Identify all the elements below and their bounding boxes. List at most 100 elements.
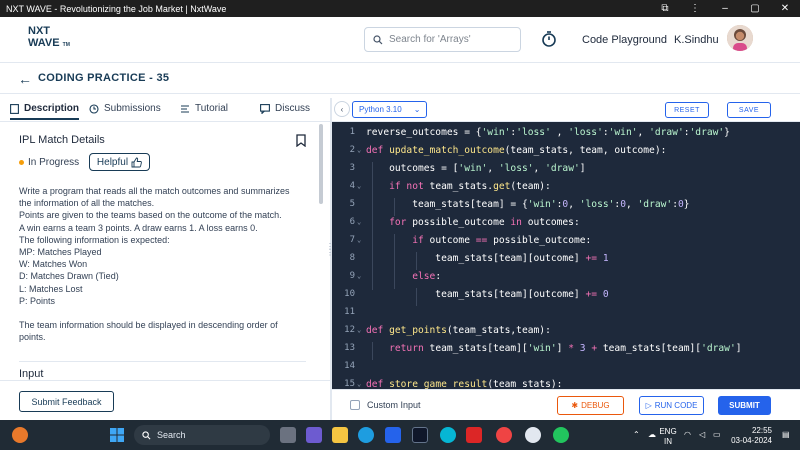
alexa-icon[interactable] [440, 427, 456, 443]
description-line: the information of all the matches. [19, 198, 155, 209]
chevron-up-icon[interactable]: ⌃ [633, 430, 640, 440]
editor-toolbar: ‹ Python 3.10 ⌄ RESET SAVE [332, 98, 800, 122]
code-line: 3 outcomes = ['win', 'loss', 'draw'] [349, 162, 586, 174]
tab-submissions[interactable]: Submissions [89, 103, 161, 114]
code-line: 9 ⌄ else: [349, 270, 442, 282]
reset-button[interactable]: RESET [665, 102, 709, 118]
app-l-icon[interactable] [412, 427, 428, 443]
submit-button[interactable]: SUBMIT [718, 396, 771, 415]
volume-icon[interactable]: ◁ [699, 430, 705, 440]
notification-icon[interactable]: ▤ [782, 430, 790, 440]
description-line: W: Matches Won [19, 259, 88, 270]
drag-handle-icon[interactable]: ⋮⋮ [326, 243, 334, 268]
user-name[interactable]: K.Sindhu [674, 34, 719, 46]
status-badge: In Progress [19, 157, 79, 168]
search-icon [142, 430, 151, 439]
tab-tutorial[interactable]: Tutorial [180, 103, 228, 114]
helpful-button[interactable]: Helpful [89, 153, 150, 171]
status-text: In Progress [28, 157, 80, 168]
taskbar-search[interactable]: Search [134, 425, 270, 445]
collapse-chevron-icon[interactable]: ‹ [334, 101, 350, 117]
language-select[interactable]: Python 3.10 ⌄ [352, 101, 427, 118]
timer-icon[interactable] [541, 30, 557, 48]
share-icon[interactable]: ⧉ [650, 3, 680, 14]
logo-line-1: NXT [28, 25, 50, 37]
problem-panel: IPL Match Details In Progress Helpful Wr… [0, 122, 330, 380]
cloud-icon[interactable]: ☁ [648, 430, 656, 440]
nxtwave-logo[interactable]: NXT WAVE TM [28, 25, 78, 55]
clock[interactable]: 22:55 03-04-2024 [730, 426, 772, 446]
tab-discuss[interactable]: Discuss [260, 103, 310, 114]
submit-feedback-button[interactable]: Submit Feedback [19, 391, 114, 412]
tab-submissions-label: Submissions [104, 103, 161, 114]
clock-date: 03-04-2024 [731, 436, 772, 445]
task-view-icon[interactable] [280, 427, 296, 443]
tab-tutorial-label: Tutorial [195, 103, 228, 114]
editor-footer: Custom Input ✱ DEBUG ▷ RUN CODE SUBMIT [332, 389, 800, 420]
chrome-icon[interactable] [553, 427, 569, 443]
code-line: 13 return team_stats[team]['win'] * 3 + … [344, 342, 742, 354]
status-dot-icon [19, 160, 24, 165]
app-icon[interactable] [525, 427, 541, 443]
description-line: points. [19, 332, 46, 343]
code-line: 10 team_stats[team][outcome] += 0 [344, 288, 609, 300]
code-line: 6 ⌄ for possible_outcome in outcomes: [349, 216, 580, 228]
code-line: 4 ⌄ if not team_stats.get(team): [349, 180, 551, 192]
problem-tabs: Description Submissions Tutorial Discuss [0, 98, 330, 122]
tab-description[interactable]: Description [10, 103, 80, 120]
chevron-down-icon: ⌄ [413, 105, 421, 114]
tab-description-label: Description [24, 103, 80, 114]
more-icon[interactable]: ⋮ [680, 3, 710, 14]
wifi-icon[interactable]: ◠ [684, 430, 691, 440]
weather-icon[interactable] [12, 427, 28, 443]
teams-icon[interactable] [306, 427, 322, 443]
search-placeholder: Search for 'Arrays' [389, 34, 471, 45]
close-icon[interactable]: ✕ [770, 3, 800, 14]
store-icon[interactable] [385, 427, 401, 443]
play-icon: ▷ [645, 401, 652, 410]
practice-header: ← CODING PRACTICE - 35 [0, 62, 800, 94]
debug-button[interactable]: ✱ DEBUG [557, 396, 624, 415]
windows-start-icon[interactable] [109, 427, 125, 443]
section-divider [19, 361, 306, 362]
minimize-icon[interactable]: – [710, 3, 740, 14]
code-line: 5 team_stats[team] = {'win':0, 'loss':0,… [349, 198, 690, 210]
document-icon [10, 103, 19, 114]
code-playground-link[interactable]: Code Playground [582, 34, 667, 46]
description-line: Write a program that reads all the match… [19, 186, 290, 196]
description-line: L: Matches Lost [19, 283, 83, 294]
mcafee-icon[interactable] [466, 427, 482, 443]
clock-time: 22:55 [751, 426, 772, 435]
description-scrollbar[interactable] [319, 124, 323, 204]
bookmark-icon[interactable] [296, 134, 306, 147]
left-footer: Submit Feedback [0, 380, 330, 420]
page-title: CODING PRACTICE - 35 [38, 72, 170, 84]
run-code-button[interactable]: ▷ RUN CODE [639, 396, 704, 415]
custom-input-label[interactable]: Custom Input [367, 400, 421, 410]
save-button[interactable]: SAVE [727, 102, 771, 118]
code-line: 14 [344, 361, 355, 371]
lang-line-2: IN [664, 437, 672, 446]
thumbs-up-icon [131, 157, 142, 167]
code-line: 11 [344, 307, 355, 317]
avatar[interactable] [727, 25, 753, 51]
search-icon [373, 34, 383, 44]
back-arrow-icon[interactable]: ← [18, 71, 32, 87]
tab-discuss-label: Discuss [275, 103, 311, 114]
maximize-icon[interactable]: ▢ [740, 3, 770, 14]
file-explorer-icon[interactable] [332, 427, 348, 443]
opera-icon[interactable] [496, 427, 512, 443]
code-line: 2 ⌄ def update_match_outcome(team_stats, t… [349, 144, 667, 156]
search-input[interactable]: Search for 'Arrays' [364, 27, 521, 52]
code-line: 8 team_stats[team][outcome] += 1 [349, 252, 609, 264]
edge-icon[interactable] [358, 427, 374, 443]
description-line: P: Points [19, 295, 56, 306]
code-editor[interactable]: 1 reverse_outcomes = {'win':'loss' , 'los… [332, 122, 800, 389]
battery-icon[interactable]: ▭ [713, 430, 721, 440]
input-section-title: Input [19, 368, 44, 380]
problem-title: IPL Match Details [19, 134, 105, 146]
problem-description: Write a program that reads all the match… [19, 185, 309, 343]
language-indicator[interactable]: ENG IN [658, 427, 678, 447]
custom-input-checkbox[interactable] [350, 400, 360, 410]
description-line: MP: Matches Played [19, 247, 102, 258]
